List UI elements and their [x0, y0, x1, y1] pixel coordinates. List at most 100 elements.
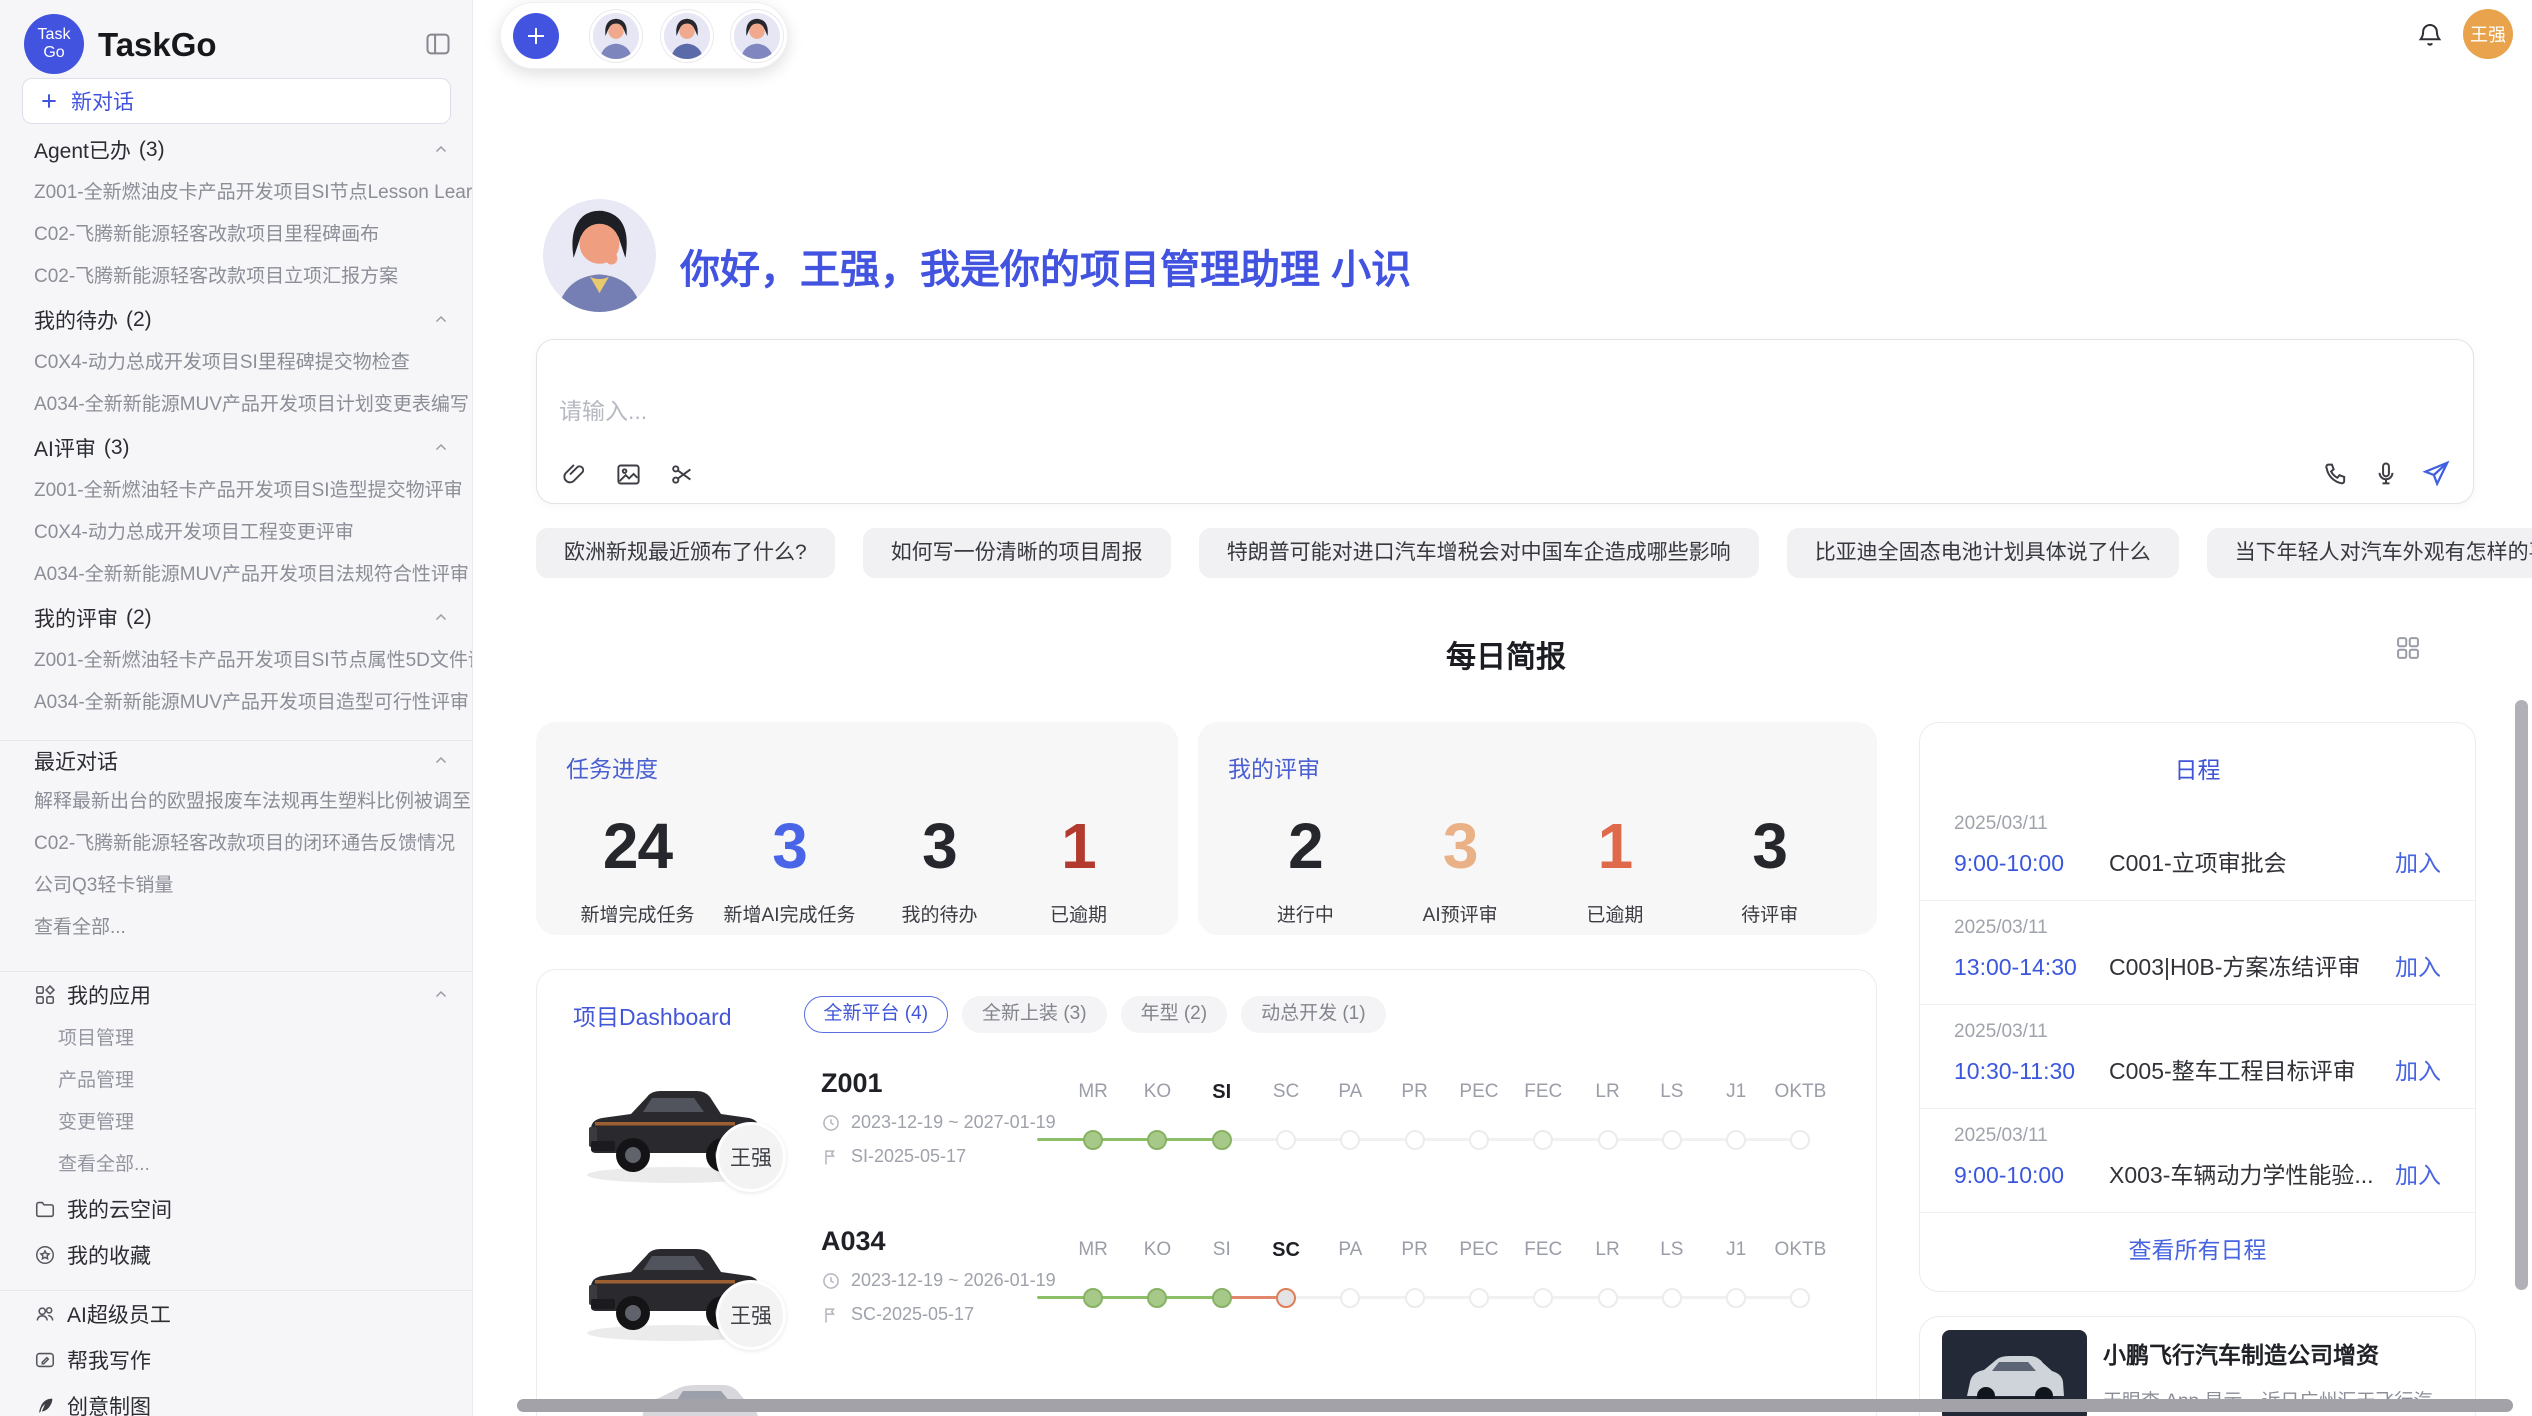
stats-row: 2 进行中 3 AI预评审 1 已逾期 3 待评审 — [1228, 814, 1847, 927]
app-title: TaskGo — [98, 26, 217, 64]
agent-avatar[interactable] — [590, 10, 642, 62]
section-my-todo[interactable]: 我的待办 (2) — [0, 298, 472, 342]
assistant-avatar — [543, 199, 656, 312]
filter-new-body[interactable]: 全新上装 (3) — [962, 996, 1107, 1033]
app-item-view-all[interactable]: 查看全部... — [0, 1144, 472, 1186]
task-item[interactable]: C0X4-动力总成开发项目SI里程碑提交物检查 — [0, 342, 472, 384]
vertical-scrollbar[interactable] — [2515, 700, 2528, 1290]
suggestion-chip[interactable]: 欧洲新规最近颁布了什么? — [536, 528, 835, 578]
suggestion-chip[interactable]: 当下年轻人对汽车外观有怎样的喜好趋势 — [2207, 528, 2532, 578]
chevron-up-icon[interactable] — [432, 141, 450, 159]
chevron-up-icon[interactable] — [432, 311, 450, 329]
task-item[interactable]: Z001-全新燃油皮卡产品开发项目SI节点Lesson Learn报告 — [0, 172, 472, 214]
join-button[interactable]: 加入 — [2395, 844, 2441, 878]
chevron-up-icon[interactable] — [432, 439, 450, 457]
agent-avatar[interactable] — [731, 10, 783, 62]
stat-label: 待评审 — [1741, 900, 1798, 927]
recent-chat-item[interactable]: 公司Q3轻卡销量 — [0, 865, 472, 907]
milestone-dot — [1533, 1288, 1553, 1308]
app-item-change-mgmt[interactable]: 变更管理 — [0, 1102, 472, 1144]
recent-chat-view-all[interactable]: 查看全部... — [0, 907, 472, 949]
task-item[interactable]: C02-飞腾新能源轻客改款项目立项汇报方案 — [0, 256, 472, 298]
event-time: 9:00-10:00 — [1954, 850, 2109, 877]
app-window: Task Go TaskGo 新对话 Agent已办 (3) — [0, 0, 2532, 1416]
sidebar-item-my-apps[interactable]: 我的应用 — [0, 972, 472, 1018]
new-chat-label: 新对话 — [71, 86, 134, 116]
chevron-up-icon[interactable] — [432, 609, 450, 627]
milestone: SC — [1254, 1058, 1318, 1150]
user-avatar[interactable]: 王强 — [2463, 9, 2513, 59]
join-button[interactable]: 加入 — [2395, 948, 2441, 982]
stat-pending-review: 3 待评审 — [1715, 814, 1825, 927]
milestone-dot — [1726, 1130, 1746, 1150]
project-row[interactable]: 王强 A034 2023-12-19 ~ 2026-01-19 SC-2025-… — [537, 1216, 1876, 1374]
notification-bell-icon[interactable] — [2413, 18, 2447, 52]
task-item[interactable]: C02-飞腾新能源轻客改款项目里程碑画布 — [0, 214, 472, 256]
join-button[interactable]: 加入 — [2395, 1052, 2441, 1086]
sidebar-item-help-write[interactable]: 帮我写作 — [0, 1337, 472, 1383]
phone-icon[interactable] — [2321, 459, 2351, 489]
milestone: FEC — [1511, 1216, 1575, 1308]
task-item[interactable]: Z001-全新燃油轻卡产品开发项目SI节点属性5D文件评审 — [0, 640, 472, 682]
section-agent-done[interactable]: Agent已办 (3) — [0, 128, 472, 172]
milestone-label: PEC — [1459, 1236, 1498, 1264]
task-progress-card: 任务进度 24 新增完成任务 3 新增AI完成任务 3 我的待办 1 已逾期 — [536, 722, 1178, 935]
microphone-icon[interactable] — [2371, 459, 2401, 489]
app-item-product-mgmt[interactable]: 产品管理 — [0, 1060, 472, 1102]
milestone-label: SI — [1213, 1236, 1231, 1264]
stat-value: 3 — [1752, 814, 1787, 878]
task-item[interactable]: C0X4-动力总成开发项目工程变更评审 — [0, 512, 472, 554]
filter-model-year[interactable]: 年型 (2) — [1121, 996, 1228, 1033]
task-item[interactable]: A034-全新新能源MUV产品开发项目计划变更表编写 — [0, 384, 472, 426]
attachment-icon[interactable] — [559, 459, 589, 489]
logo-text-top: Task — [38, 26, 71, 44]
project-row[interactable]: 王强 Z001 2023-12-19 ~ 2027-01-19 SI-2025-… — [537, 1058, 1876, 1216]
milestone: LR — [1575, 1216, 1639, 1308]
section-ai-review[interactable]: AI评审 (3) — [0, 426, 472, 470]
milestone: KO — [1125, 1058, 1189, 1150]
section-my-review[interactable]: 我的评审 (2) — [0, 596, 472, 640]
card-title: 任务进度 — [566, 750, 1148, 784]
suggestion-chip[interactable]: 特朗普可能对进口汽车增税会对中国车企造成哪些影响 — [1199, 528, 1759, 578]
view-all-schedule-link[interactable]: 查看所有日程 — [1920, 1212, 2475, 1283]
my-apps-label: 我的应用 — [67, 980, 151, 1010]
image-icon[interactable] — [613, 459, 643, 489]
filter-powertrain[interactable]: 动总开发 (1) — [1241, 996, 1386, 1033]
sidebar-item-my-cloud[interactable]: 我的云空间 — [0, 1186, 472, 1232]
send-icon[interactable] — [2421, 459, 2451, 489]
task-item[interactable]: A034-全新新能源MUV产品开发项目造型可行性评审 — [0, 682, 472, 724]
recent-chats-header[interactable]: 最近对话 — [0, 741, 472, 781]
new-chat-button[interactable]: 新对话 — [22, 78, 451, 124]
chevron-up-icon[interactable] — [432, 986, 450, 1004]
filter-new-platform[interactable]: 全新平台 (4) — [804, 996, 949, 1033]
recent-chat-item[interactable]: C02-飞腾新能源轻客改款项目的闭环通告反馈情况 — [0, 823, 472, 865]
sidebar-collapse-icon[interactable] — [422, 28, 454, 60]
suggestion-chip[interactable]: 比亚迪全固态电池计划具体说了什么 — [1787, 528, 2179, 578]
chevron-up-icon[interactable] — [432, 752, 450, 770]
scissors-icon[interactable] — [667, 459, 697, 489]
suggestion-chip[interactable]: 如何写一份清晰的项目周报 — [863, 528, 1171, 578]
date-range: 2023-12-19 ~ 2026-01-19 — [851, 1270, 1056, 1291]
sidebar-item-ai-employee[interactable]: AI超级员工 — [0, 1291, 472, 1337]
app-logo: Task Go — [24, 14, 84, 74]
chat-input[interactable] — [559, 398, 2159, 425]
milestone-label: MR — [1078, 1078, 1108, 1106]
add-agent-button[interactable] — [513, 13, 559, 59]
sidebar-item-creative-draw[interactable]: 创意制图 — [0, 1383, 472, 1416]
sidebar-item-my-favorites[interactable]: 我的收藏 — [0, 1232, 472, 1278]
user-avatar-label: 王强 — [2470, 21, 2506, 47]
task-item[interactable]: A034-全新新能源MUV产品开发项目法规符合性评审 — [0, 554, 472, 596]
horizontal-scrollbar[interactable] — [517, 1399, 2513, 1412]
milestone-label: FEC — [1524, 1236, 1562, 1264]
event-name: X003-车辆动力学性能验... — [2109, 1156, 2395, 1190]
section-title: AI评审 — [34, 433, 96, 463]
section-count: (2) — [126, 308, 152, 332]
milestone: J1 — [1704, 1058, 1768, 1150]
recent-chat-item[interactable]: 解释最新出台的欧盟报废车法规再生塑料比例被调至15%... — [0, 781, 472, 823]
agent-avatar[interactable] — [661, 10, 713, 62]
card-title: 我的评审 — [1228, 750, 1847, 784]
layout-grid-icon[interactable] — [2394, 634, 2422, 662]
task-item[interactable]: Z001-全新燃油轻卡产品开发项目SI造型提交物评审 — [0, 470, 472, 512]
app-item-project-mgmt[interactable]: 项目管理 — [0, 1018, 472, 1060]
join-button[interactable]: 加入 — [2395, 1156, 2441, 1190]
